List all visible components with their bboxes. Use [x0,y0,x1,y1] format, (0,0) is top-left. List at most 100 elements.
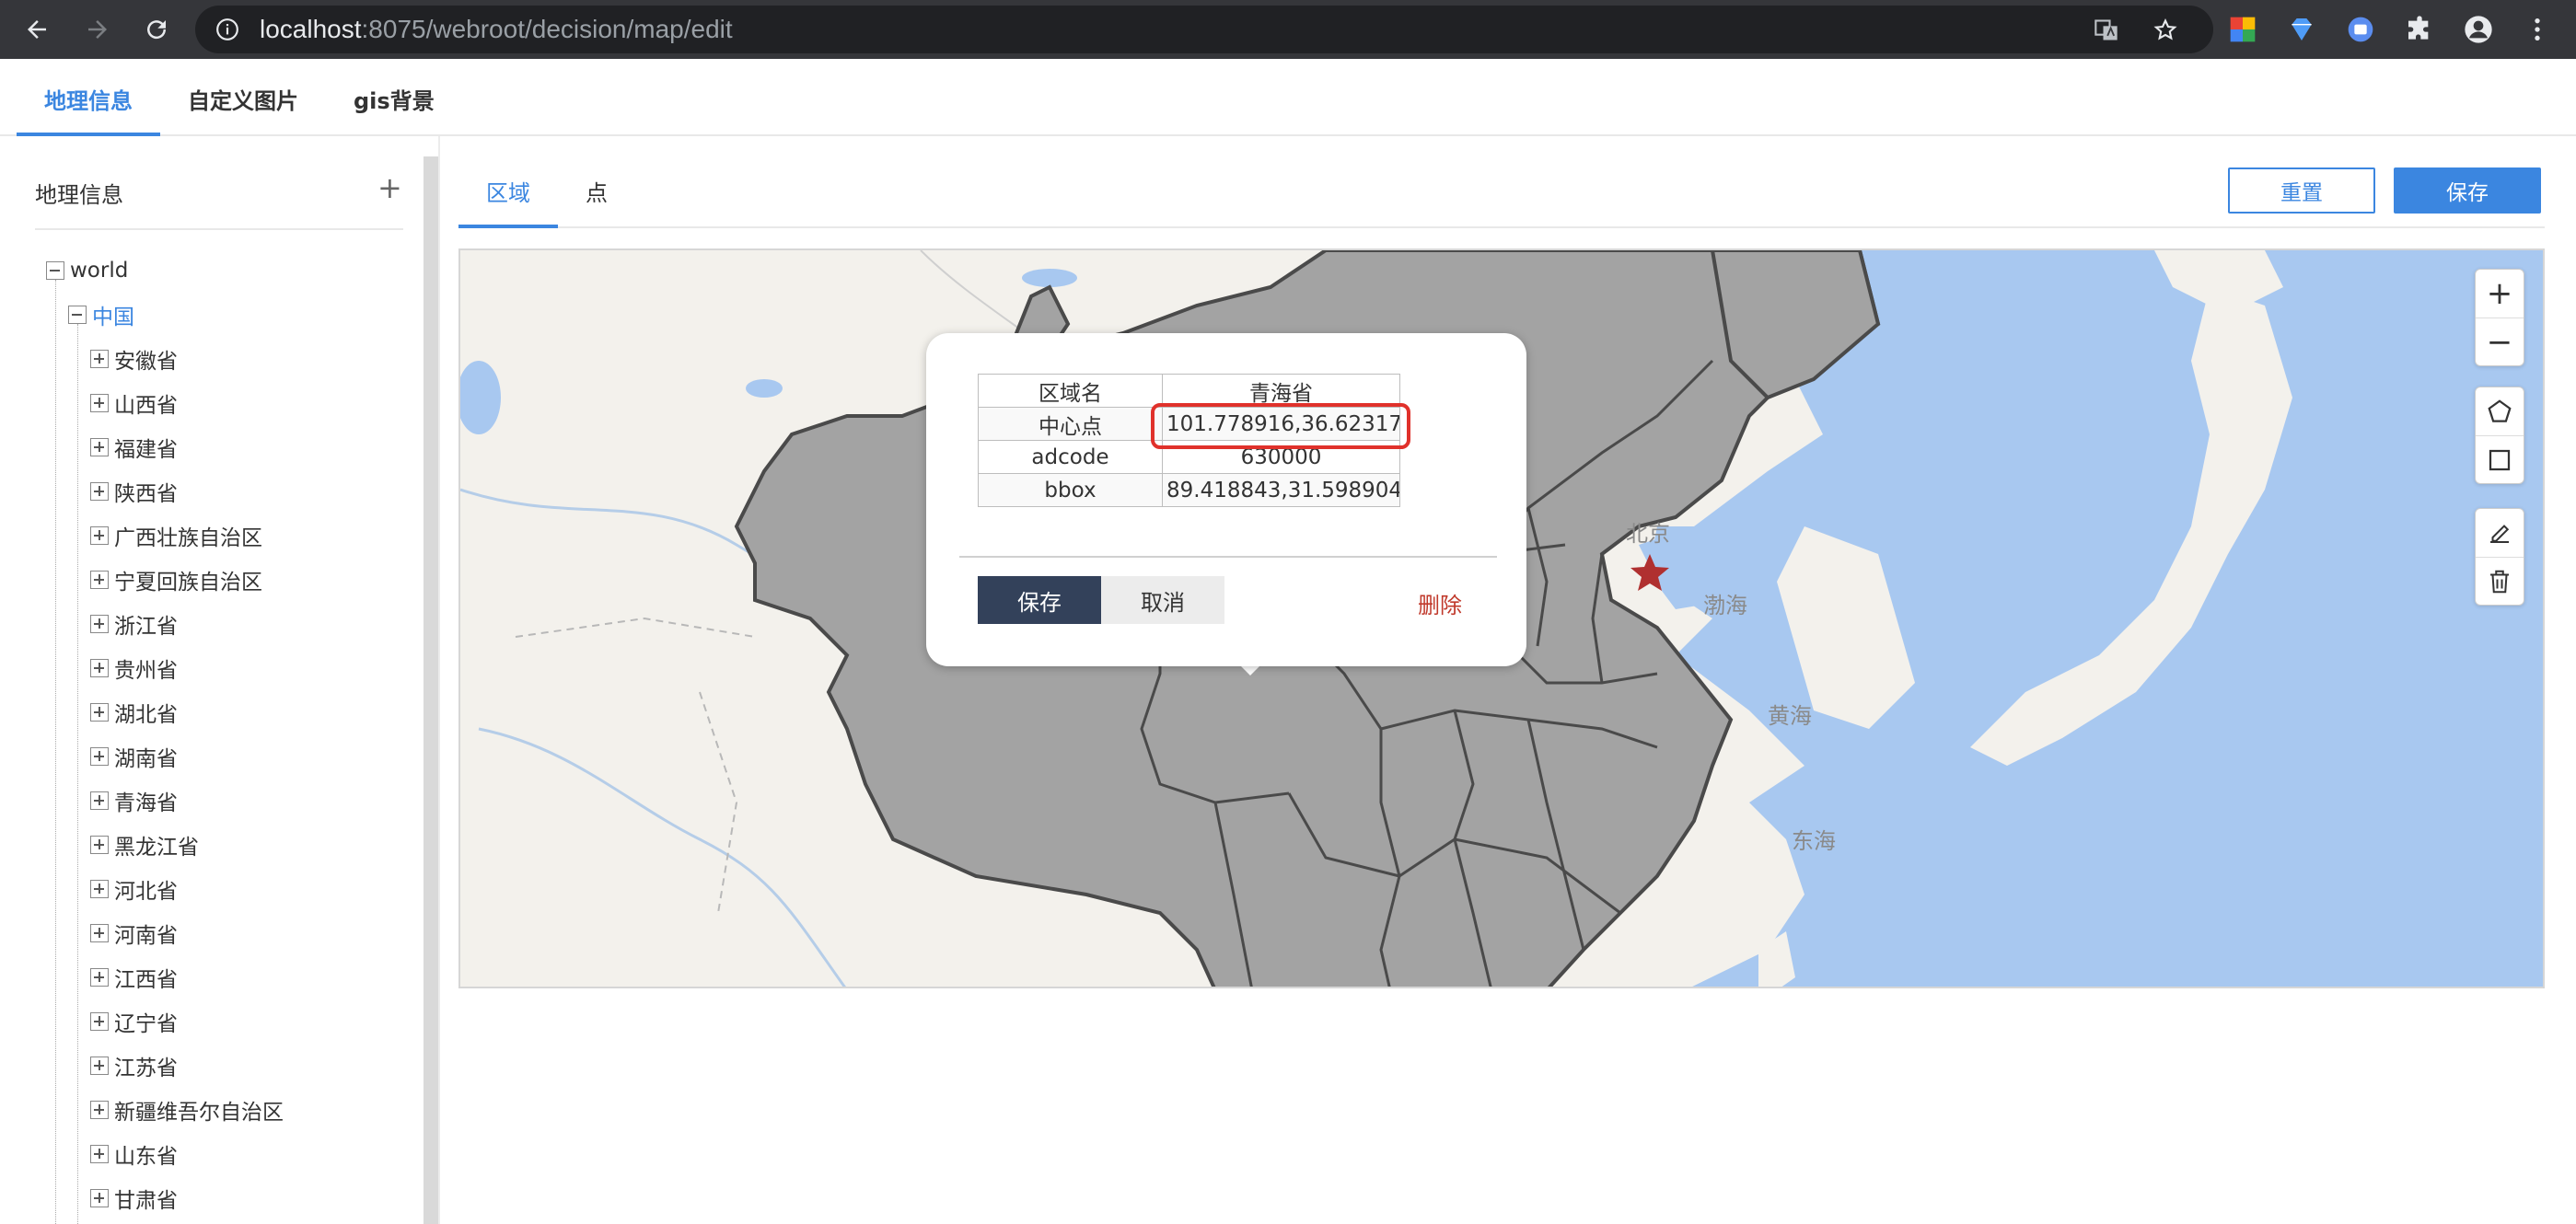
expand-icon[interactable] [90,482,109,501]
tree-node-province[interactable]: 河南省 [90,911,178,955]
tab-custom-image[interactable]: 自定义图片 [188,83,298,115]
edit-icon[interactable] [2476,509,2524,557]
bookmark-star-icon[interactable] [2152,17,2178,43]
popup-divider [959,556,1497,558]
tree-node-province[interactable]: 福建省 [90,425,178,469]
back-icon[interactable] [17,9,57,50]
expand-icon[interactable] [90,1101,109,1119]
profile-avatar-icon[interactable] [2464,15,2493,44]
tree-node-label: 山西省 [114,394,178,418]
expand-icon[interactable] [90,526,109,545]
expand-icon[interactable] [90,571,109,589]
url-text[interactable]: localhost:8075/webroot/decision/map/edit [260,15,733,44]
edit-controls [2475,508,2524,606]
reload-icon[interactable] [136,9,177,50]
tree-node-province[interactable]: 山东省 [90,1132,178,1176]
row-value-bbox[interactable]: 89.418843,31.598904,1 [1162,473,1400,507]
tree-node-province[interactable]: 浙江省 [90,602,178,646]
tree-node-province[interactable]: 黑龙江省 [90,823,199,867]
tab-gis-background[interactable]: gis背景 [354,83,435,115]
extension-colorful-icon[interactable] [2228,15,2257,44]
tree-node-label: 福建省 [114,438,178,462]
sidebar-divider [35,228,403,230]
reset-button[interactable]: 重置 [2228,167,2375,214]
popup-cancel-button[interactable]: 取消 [1101,576,1224,624]
expand-icon[interactable] [90,791,109,810]
tree-node-province[interactable]: 湖北省 [90,690,178,734]
tree-node-label: 山东省 [114,1145,178,1169]
tree-node-label: 湖北省 [114,703,178,727]
expand-icon[interactable] [90,350,109,368]
tree-node-province[interactable]: 甘肃省 [90,1176,178,1220]
tree-node-label: 陕西省 [114,482,178,506]
expand-icon[interactable] [90,703,109,722]
tree-node-province[interactable]: 江苏省 [90,1044,178,1088]
collapse-icon[interactable] [68,306,87,324]
plus-icon[interactable]: + [377,173,402,202]
tree-guide-line [77,324,78,1224]
rectangle-icon[interactable] [2476,435,2524,483]
polygon-icon[interactable] [2476,387,2524,435]
map-label-bohai: 渤海 [1703,593,1747,618]
tree-node-province[interactable]: 陕西省 [90,469,178,514]
expand-icon[interactable] [90,1057,109,1075]
tab-geo-info[interactable]: 地理信息 [44,83,133,115]
expand-icon[interactable] [90,1189,109,1207]
tree-node-province[interactable]: 江西省 [90,955,178,999]
expand-icon[interactable] [90,880,109,898]
tree-node-label: 河南省 [114,924,178,948]
expand-icon[interactable] [90,438,109,456]
expand-icon[interactable] [90,1012,109,1031]
expand-icon[interactable] [90,968,109,987]
extensions-puzzle-icon[interactable] [2405,15,2434,44]
site-info-icon[interactable] [215,17,239,41]
expand-icon[interactable] [90,924,109,942]
collapse-icon[interactable] [46,261,64,280]
menu-kebab-icon[interactable] [2523,15,2552,44]
tree-node-province[interactable]: 安徽省 [90,337,178,381]
save-button[interactable]: 保存 [2394,167,2541,214]
expand-icon[interactable] [90,1145,109,1163]
tree-node-province[interactable]: 贵州省 [90,646,178,690]
panel-divider [438,136,440,1224]
tree-node-province[interactable]: 宁夏回族自治区 [90,558,262,602]
trash-icon[interactable] [2476,557,2524,605]
extension-chat-icon[interactable] [2346,15,2375,44]
tree-node-label: 江西省 [114,968,178,992]
tree-node-label: 辽宁省 [114,1012,178,1036]
tree-node-province[interactable]: 辽宁省 [90,999,178,1044]
browser-toolbar: localhost:8075/webroot/decision/map/edit [0,0,2576,59]
tree-node-label: 新疆维吾尔自治区 [114,1101,284,1125]
expand-icon[interactable] [90,394,109,412]
tree-node-province[interactable]: 湖南省 [90,734,178,779]
tree-node-province[interactable]: 山西省 [90,381,178,425]
extension-diamond-icon[interactable] [2287,15,2316,44]
zoom-out-icon[interactable]: − [2476,318,2524,365]
expand-icon[interactable] [90,659,109,677]
tree-node-label: 中国 [92,306,134,329]
popup-delete-button[interactable]: 删除 [1418,587,1462,619]
tree-node-label: 江苏省 [114,1057,178,1080]
tree-node-province[interactable]: 青海省 [90,779,178,823]
zoom-in-icon[interactable]: + [2476,270,2524,318]
expand-icon[interactable] [90,615,109,633]
active-subtab-indicator [458,225,558,228]
draw-controls [2475,387,2524,484]
expand-icon[interactable] [90,836,109,854]
tree-node-world[interactable]: world [46,248,128,293]
address-bar[interactable]: localhost:8075/webroot/decision/map/edit [195,6,2213,53]
tab-region[interactable]: 区域 [486,175,530,207]
tree-node-province[interactable]: 新疆维吾尔自治区 [90,1088,284,1132]
tree-node-china[interactable]: 中国 [68,293,134,337]
tree-node-province[interactable]: 河北省 [90,867,178,911]
tab-point[interactable]: 点 [586,175,608,207]
expand-icon[interactable] [90,747,109,766]
forward-icon[interactable] [77,9,118,50]
map-label-beijing: 北京 [1626,521,1670,547]
tree-node-label: 河北省 [114,880,178,904]
sidebar-scrollbar[interactable] [424,156,438,1224]
row-key-name: 区域名 [978,374,1163,408]
tree-node-province[interactable]: 广西壮族自治区 [90,514,262,558]
translate-icon[interactable] [2094,17,2119,43]
popup-save-button[interactable]: 保存 [978,576,1101,624]
